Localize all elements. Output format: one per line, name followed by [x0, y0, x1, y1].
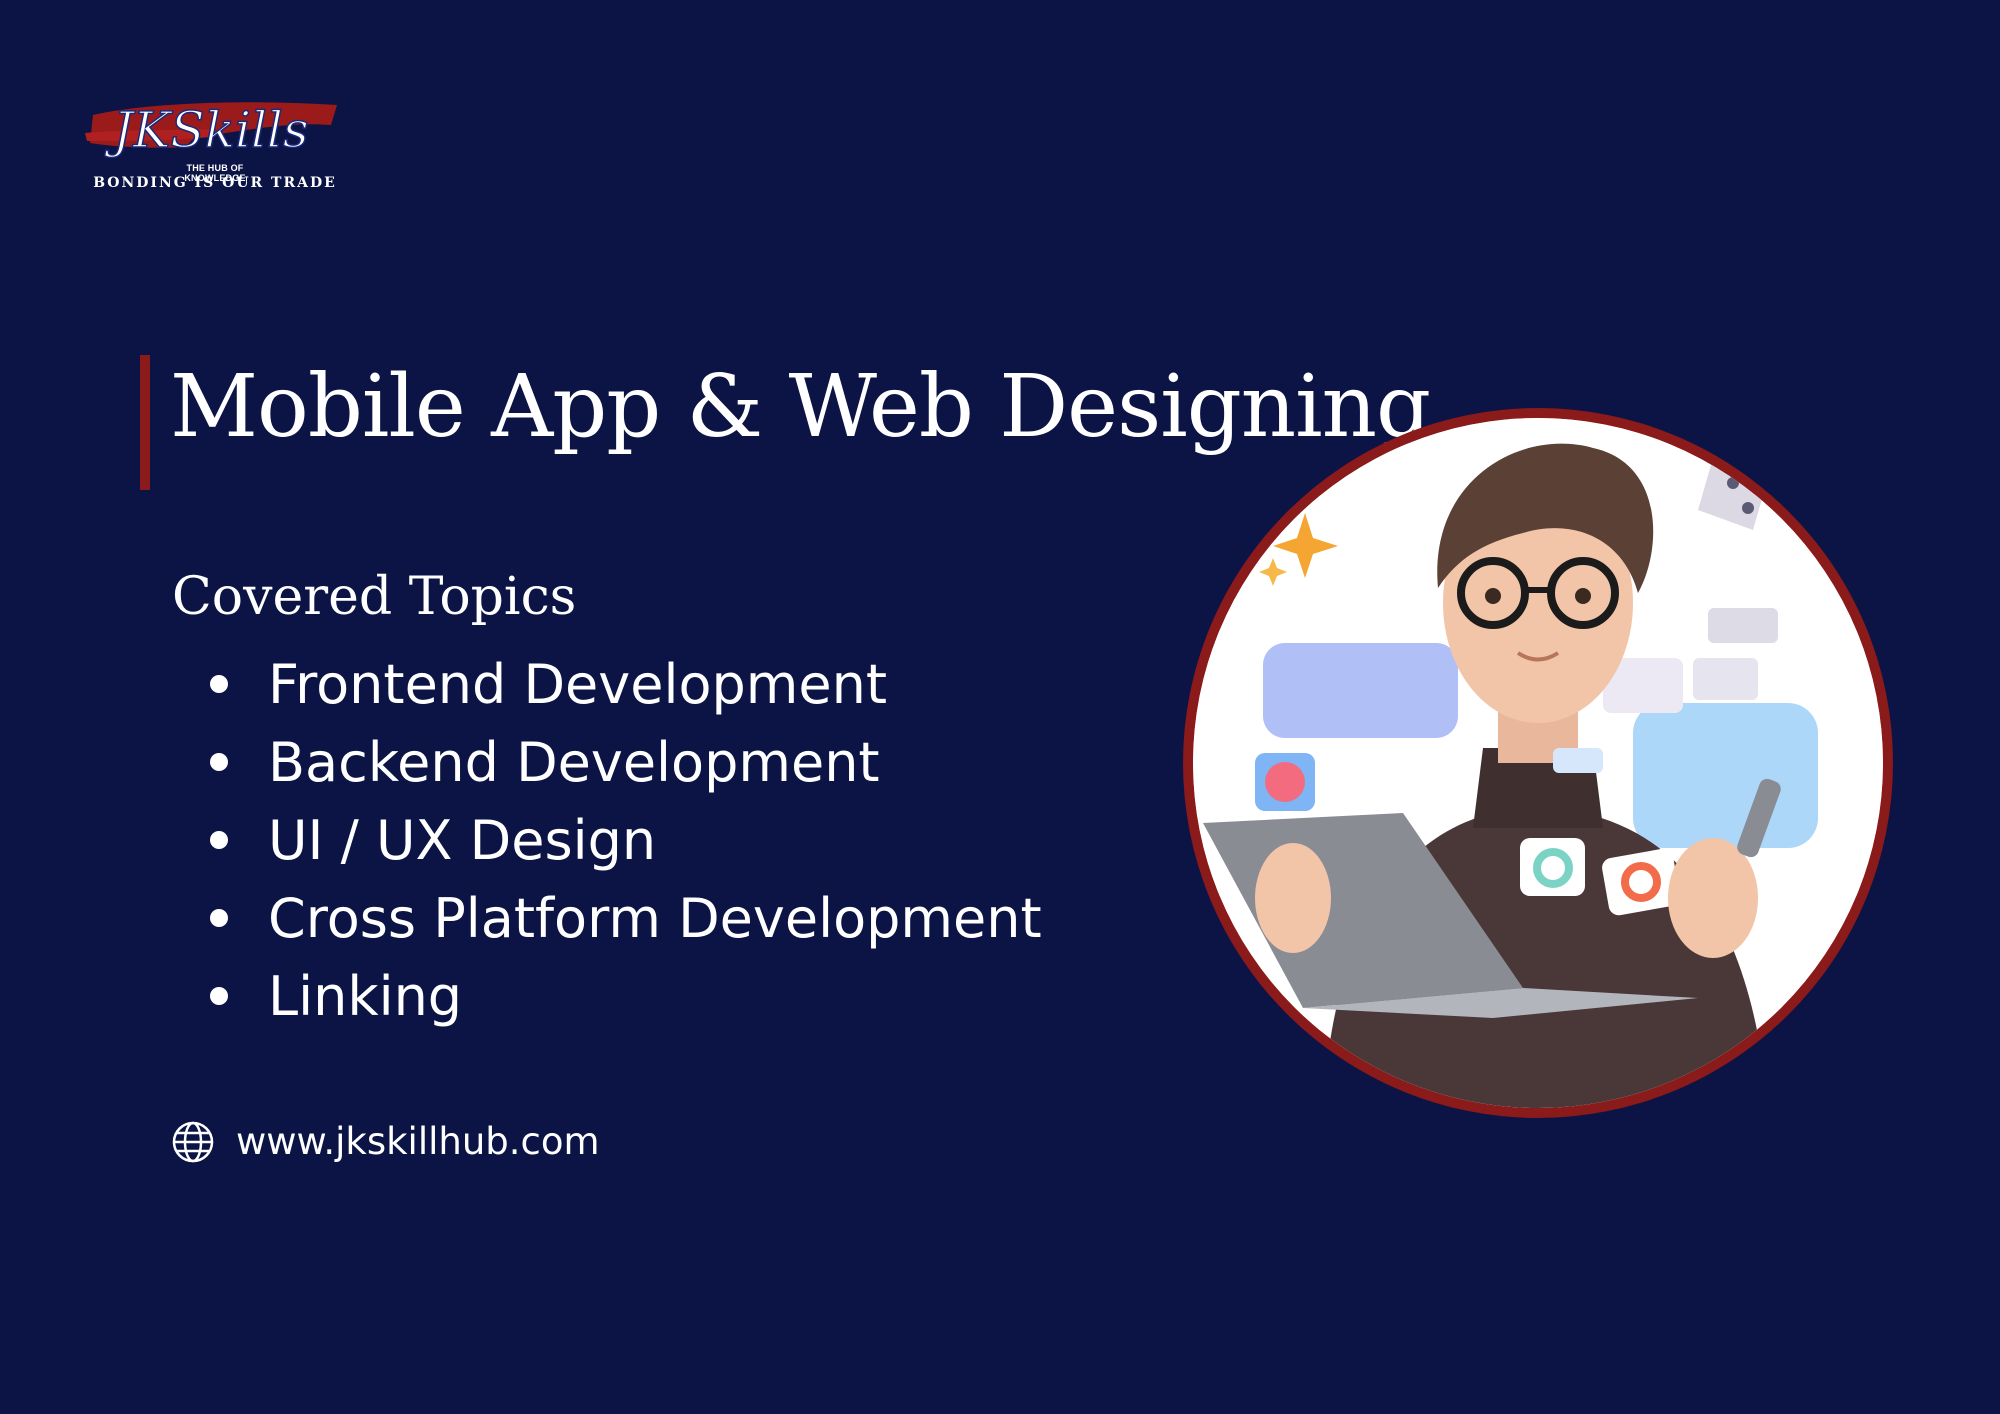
bullet-icon: [210, 909, 228, 927]
page-title: Mobile App & Web Designing: [170, 357, 1431, 457]
bullet-icon: [210, 675, 228, 693]
title-accent-bar: [140, 355, 150, 490]
topic-label: Linking: [268, 964, 463, 1028]
topic-label: Frontend Development: [268, 652, 887, 716]
brand-logo: JKSkills THE HUB OF KNOWLEDGE BONDING IS…: [85, 85, 345, 195]
bullet-icon: [210, 753, 228, 771]
topics-heading: Covered Topics: [172, 567, 577, 627]
bullet-icon: [210, 831, 228, 849]
globe-icon: [172, 1121, 214, 1162]
topic-label: Cross Platform Development: [268, 886, 1042, 950]
topic-item: Frontend Development: [210, 645, 1042, 723]
topic-label: UI / UX Design: [268, 808, 657, 872]
topic-label: Backend Development: [268, 730, 880, 794]
topic-item: Backend Development: [210, 723, 1042, 801]
topics-list: Frontend Development Backend Development…: [210, 645, 1042, 1035]
character-illustration: [1193, 418, 1883, 1108]
website-url[interactable]: www.jkskillhub.com: [236, 1120, 600, 1163]
logo-tagline: BONDING IS OUR TRADE: [93, 175, 337, 191]
svg-text:JKSkills: JKSkills: [104, 101, 309, 159]
topic-item: Linking: [210, 957, 1042, 1035]
website-link[interactable]: www.jkskillhub.com: [172, 1120, 600, 1163]
topic-item: UI / UX Design: [210, 801, 1042, 879]
bullet-icon: [210, 987, 228, 1005]
topic-item: Cross Platform Development: [210, 879, 1042, 957]
